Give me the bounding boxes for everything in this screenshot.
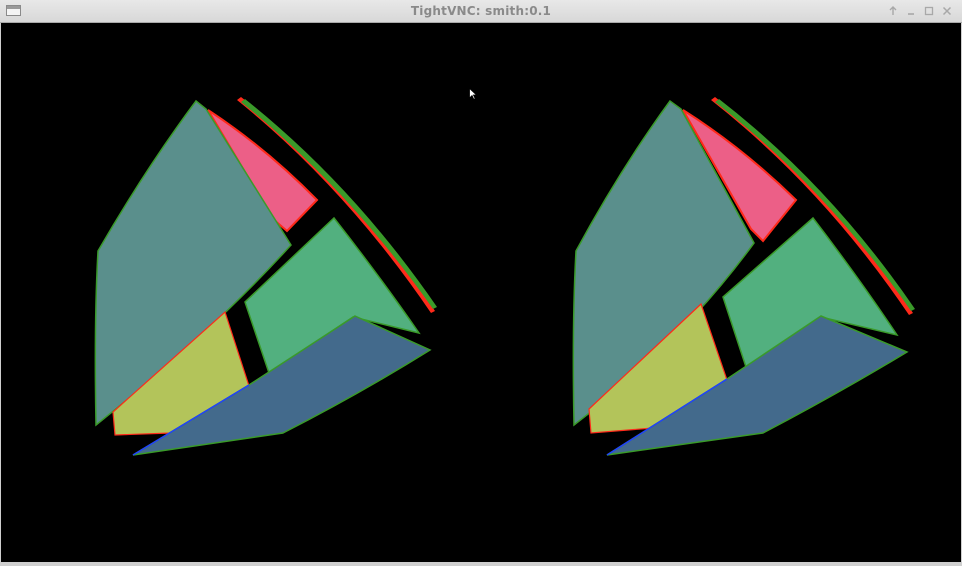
arrow-up-icon[interactable] [885, 3, 901, 19]
left-eye-view [94, 97, 437, 456]
maximize-icon[interactable] [921, 3, 937, 19]
vnc-window: TightVNC: smith:0.1 [0, 0, 962, 566]
stereo-3d-scene [94, 97, 915, 456]
remote-desktop-viewport[interactable] [1, 23, 961, 562]
title-bar[interactable]: TightVNC: smith:0.1 [0, 0, 962, 23]
right-eye-view [572, 97, 915, 456]
mouse-cursor-icon [469, 88, 477, 100]
window-title: TightVNC: smith:0.1 [410, 4, 552, 18]
window-bottom-border [0, 562, 962, 566]
minimize-icon[interactable] [903, 3, 919, 19]
close-icon[interactable] [939, 3, 955, 19]
